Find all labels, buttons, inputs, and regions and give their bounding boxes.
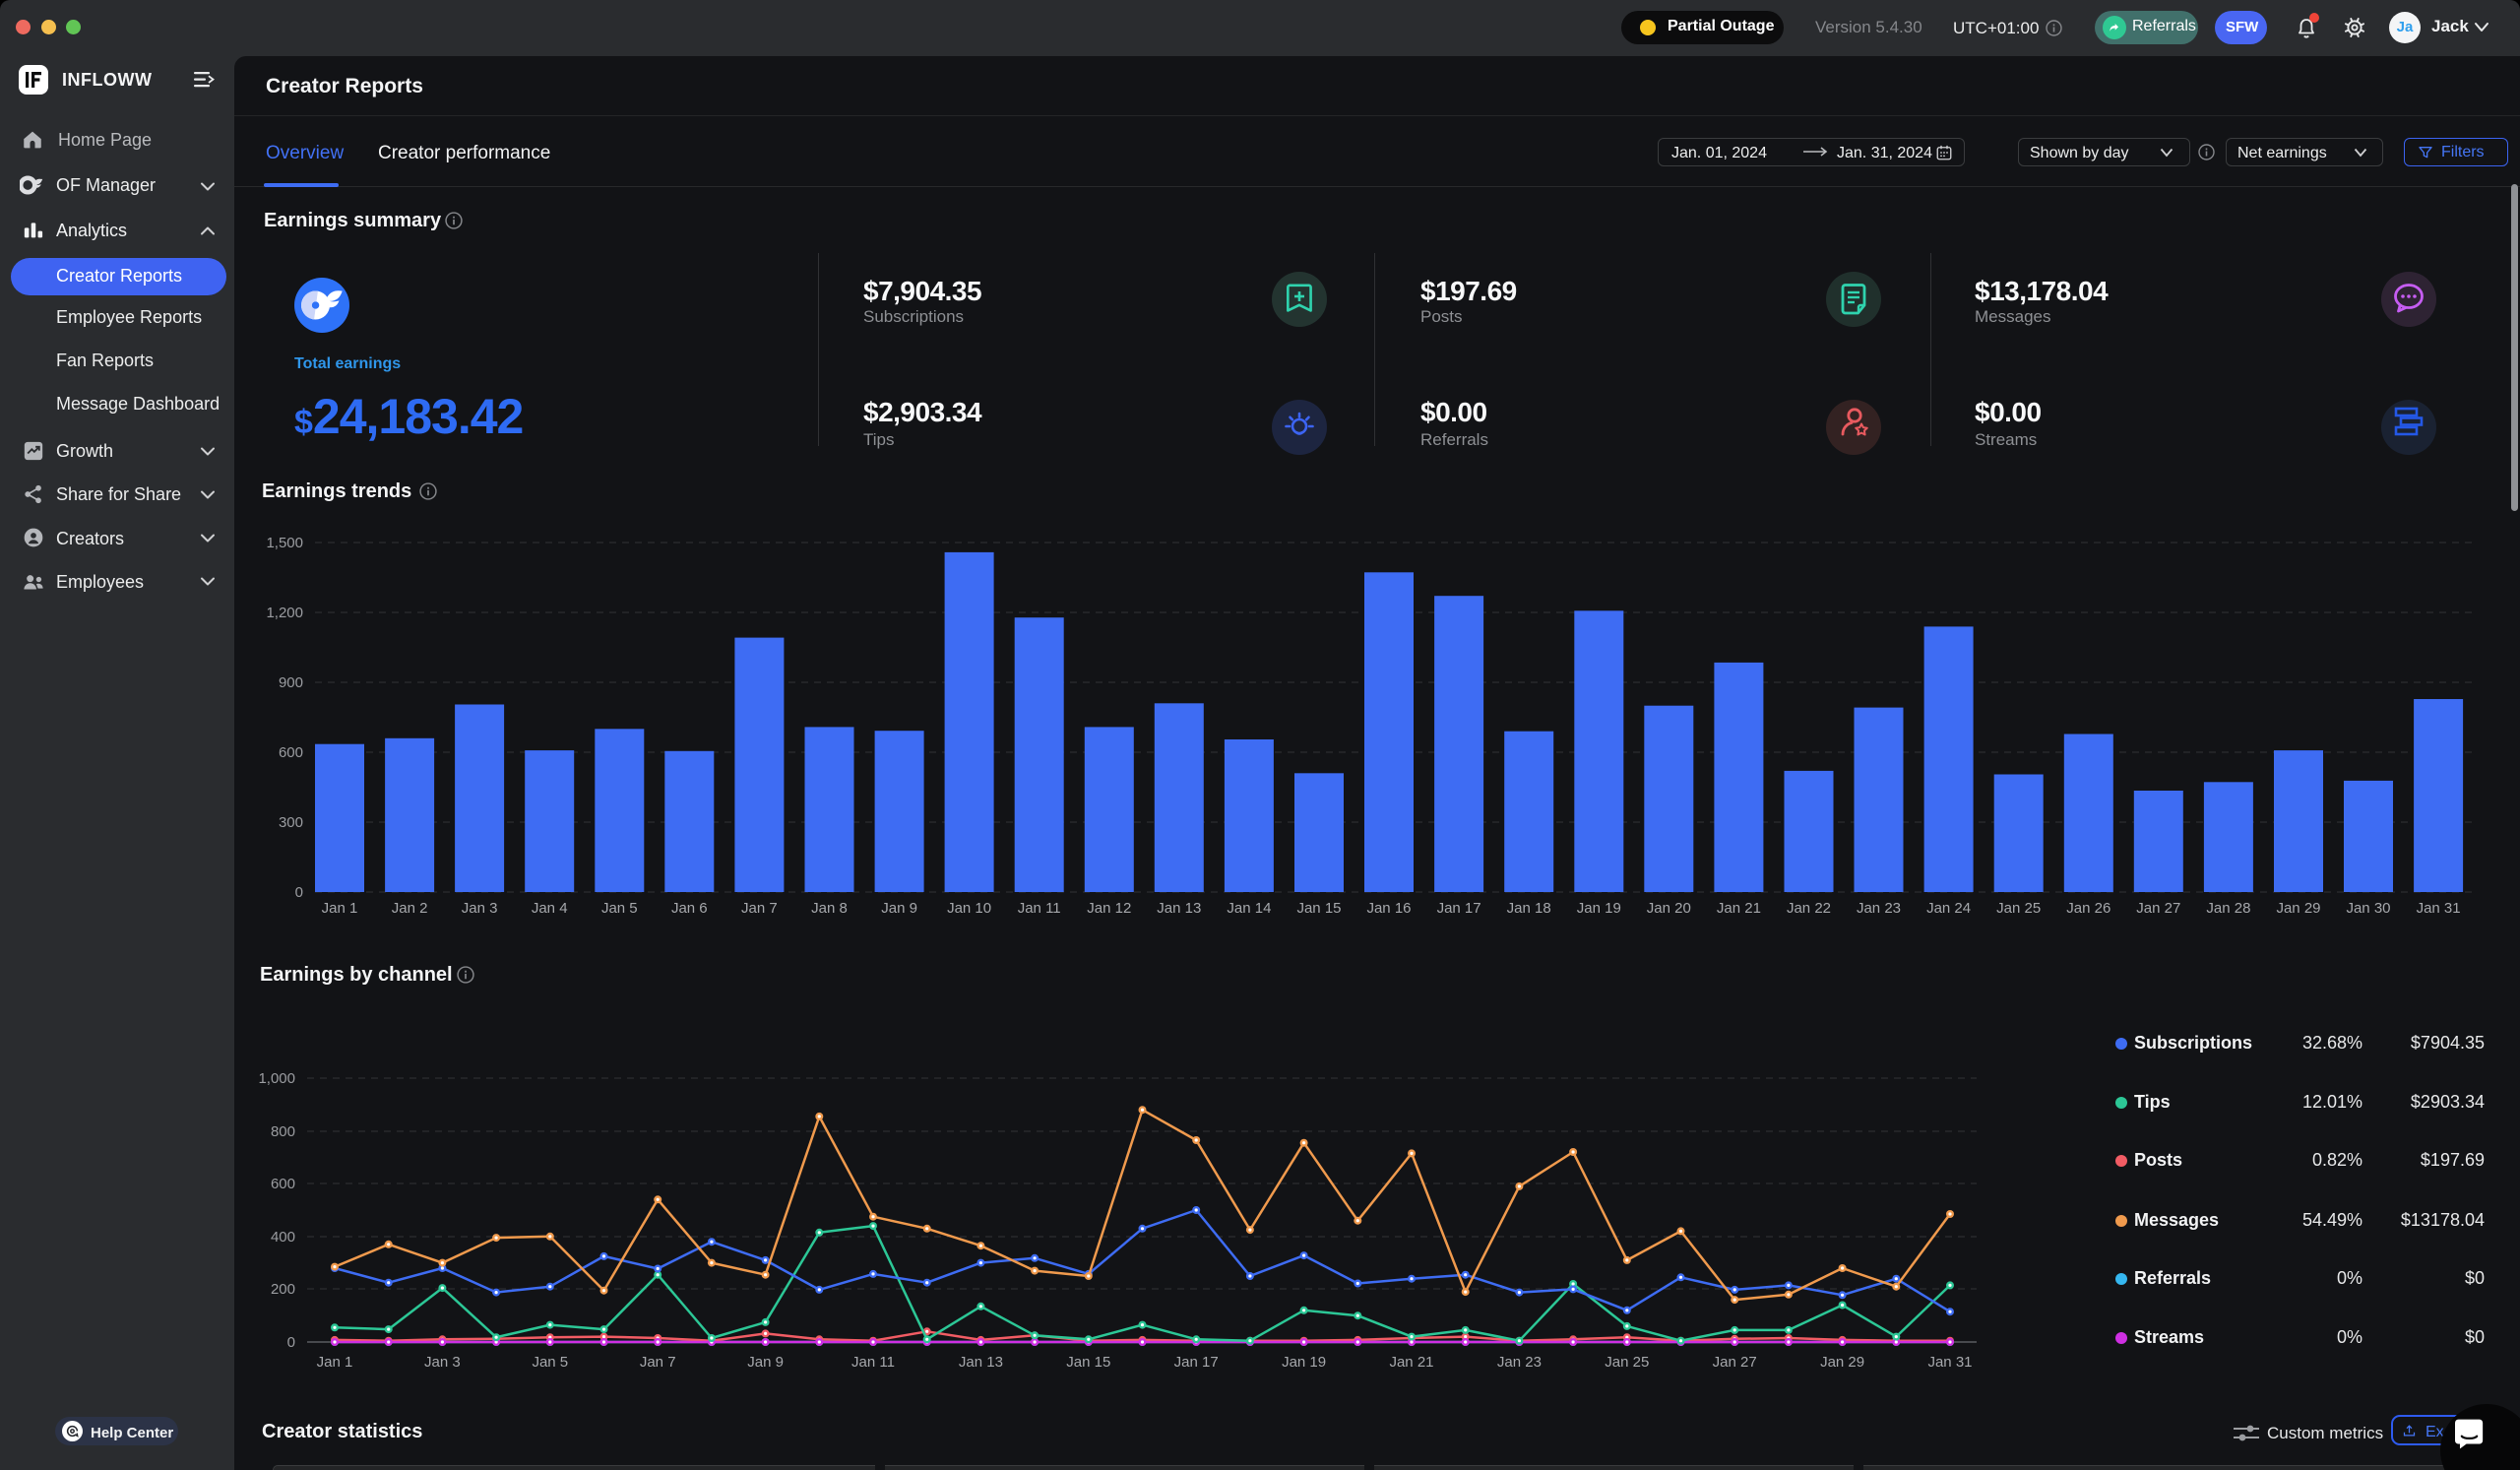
svg-text:400: 400 [271, 1229, 295, 1246]
svg-text:1,200: 1,200 [266, 605, 303, 621]
svg-text:Jan 25: Jan 25 [1605, 1354, 1649, 1371]
svg-text:1,000: 1,000 [258, 1070, 295, 1087]
svg-text:Jan 9: Jan 9 [881, 900, 917, 917]
svg-text:Jan 19: Jan 19 [1282, 1354, 1326, 1371]
svg-text:Jan 2: Jan 2 [392, 900, 428, 917]
svg-text:Jan 1: Jan 1 [322, 900, 358, 917]
svg-text:Jan 16: Jan 16 [1366, 900, 1411, 917]
svg-text:600: 600 [271, 1176, 295, 1192]
svg-text:Jan 13: Jan 13 [959, 1354, 1003, 1371]
svg-text:Jan 15: Jan 15 [1296, 900, 1341, 917]
svg-text:Jan 5: Jan 5 [601, 900, 638, 917]
svg-text:Jan 29: Jan 29 [2276, 900, 2320, 917]
svg-text:Jan 15: Jan 15 [1066, 1354, 1110, 1371]
svg-text:Jan 27: Jan 27 [2136, 900, 2180, 917]
svg-text:Jan 12: Jan 12 [1087, 900, 1131, 917]
svg-text:Jan 26: Jan 26 [2066, 900, 2110, 917]
svg-text:Jan 24: Jan 24 [1926, 900, 1971, 917]
svg-text:Jan 11: Jan 11 [1018, 900, 1061, 917]
svg-text:800: 800 [271, 1123, 295, 1140]
svg-text:300: 300 [279, 814, 303, 831]
svg-text:Jan 23: Jan 23 [1857, 900, 1901, 917]
svg-text:Jan 23: Jan 23 [1497, 1354, 1542, 1371]
svg-text:Jan 21: Jan 21 [1717, 900, 1761, 917]
svg-text:Jan 8: Jan 8 [811, 900, 848, 917]
svg-text:0: 0 [295, 884, 303, 901]
svg-text:Jan 28: Jan 28 [2206, 900, 2250, 917]
svg-text:1,500: 1,500 [266, 535, 303, 551]
svg-text:Jan 18: Jan 18 [1507, 900, 1551, 917]
svg-text:Jan 20: Jan 20 [1647, 900, 1691, 917]
svg-text:900: 900 [279, 674, 303, 691]
svg-text:Jan 13: Jan 13 [1157, 900, 1201, 917]
svg-text:Jan 6: Jan 6 [671, 900, 708, 917]
svg-text:Jan 21: Jan 21 [1389, 1354, 1433, 1371]
svg-text:Jan 9: Jan 9 [747, 1354, 784, 1371]
svg-text:Jan 30: Jan 30 [2346, 900, 2390, 917]
svg-text:Jan 5: Jan 5 [532, 1354, 568, 1371]
svg-text:Jan 27: Jan 27 [1713, 1354, 1757, 1371]
svg-text:Jan 17: Jan 17 [1437, 900, 1481, 917]
svg-text:200: 200 [271, 1281, 295, 1298]
svg-text:Jan 7: Jan 7 [741, 900, 778, 917]
svg-text:Jan 31: Jan 31 [2417, 900, 2461, 917]
svg-text:600: 600 [279, 744, 303, 761]
svg-text:Jan 7: Jan 7 [640, 1354, 676, 1371]
svg-text:Jan 19: Jan 19 [1577, 900, 1621, 917]
svg-text:Jan 25: Jan 25 [1996, 900, 2041, 917]
svg-text:Jan 10: Jan 10 [947, 900, 991, 917]
svg-text:Jan 11: Jan 11 [851, 1354, 895, 1371]
svg-text:Jan 3: Jan 3 [462, 900, 498, 917]
svg-text:Jan 31: Jan 31 [1927, 1354, 1972, 1371]
svg-text:Jan 3: Jan 3 [424, 1354, 461, 1371]
svg-text:Jan 29: Jan 29 [1820, 1354, 1864, 1371]
svg-text:Jan 17: Jan 17 [1174, 1354, 1219, 1371]
svg-text:Jan 1: Jan 1 [317, 1354, 353, 1371]
svg-text:Jan 14: Jan 14 [1227, 900, 1271, 917]
svg-text:Jan 4: Jan 4 [532, 900, 568, 917]
svg-text:0: 0 [287, 1334, 295, 1351]
svg-text:Jan 22: Jan 22 [1787, 900, 1831, 917]
